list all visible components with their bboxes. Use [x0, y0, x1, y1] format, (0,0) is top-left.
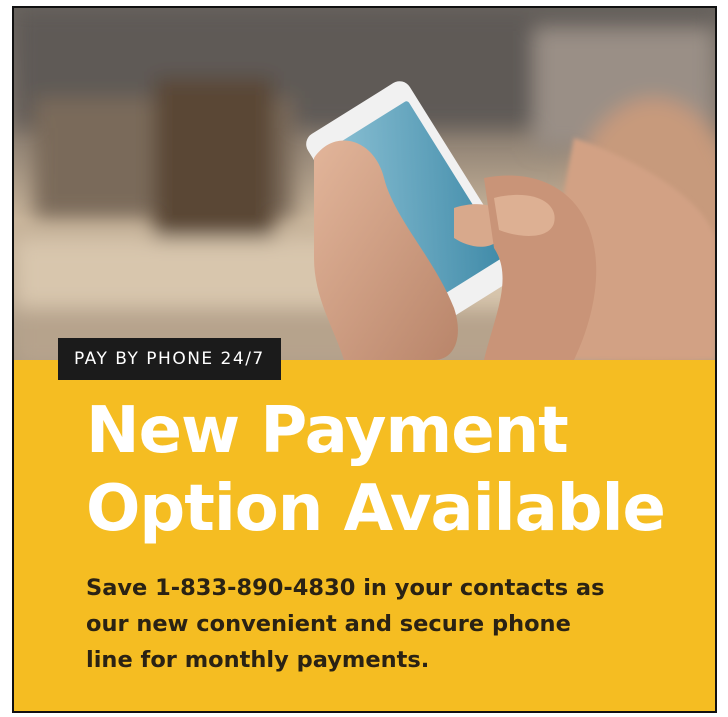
body-line-1: Save 1-833-890-4830 in your contacts as [86, 575, 605, 601]
body-line-2: our new convenient and secure phone [86, 611, 571, 637]
promo-card: PAY BY PHONE 24/7 New Payment Option Ava… [12, 6, 717, 713]
headline-line-1: New Payment [86, 394, 569, 468]
hands-holding-phone-photo [14, 8, 715, 360]
pay-by-phone-badge: PAY BY PHONE 24/7 [58, 338, 281, 380]
body-line-3: line for monthly payments. [86, 647, 430, 673]
headline: New Payment Option Available [86, 392, 706, 548]
headline-line-2: Option Available [86, 472, 666, 546]
body-text: Save 1-833-890-4830 in your contacts as … [86, 570, 686, 678]
